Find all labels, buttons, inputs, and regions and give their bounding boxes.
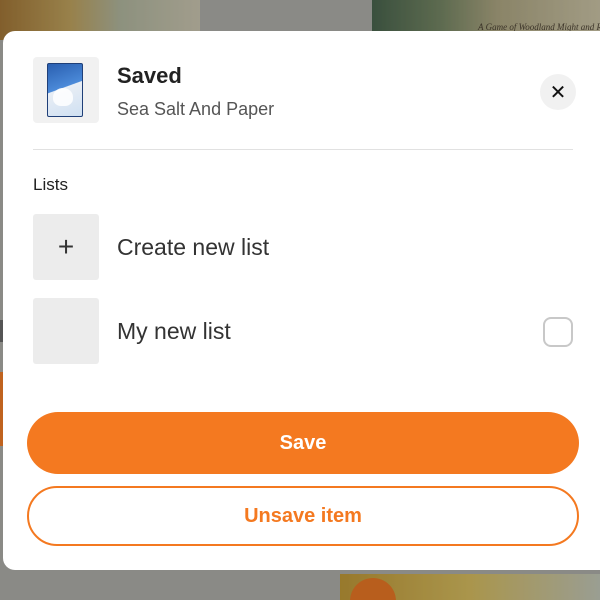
save-button[interactable]: Save [27,412,579,474]
close-button[interactable]: ✕ [540,74,576,110]
unsave-item-button[interactable]: Unsave item [27,486,579,546]
product-name: Sea Salt And Paper [117,99,275,119]
header-divider [33,149,573,150]
list-item-checkbox[interactable] [543,317,573,347]
modal-title: Saved [117,63,182,88]
game-box-image [47,63,83,117]
close-icon: ✕ [549,81,567,104]
plus-icon: + [33,214,99,280]
create-new-list-label: Create new list [117,234,270,260]
list-thumbnail [33,298,99,364]
modal-header: Saved Sea Salt And Paper ✕ [33,57,576,127]
list-item-label: My new list [117,318,231,344]
create-new-list-button[interactable]: + Create new list [33,214,573,280]
lists-heading: Lists [33,175,68,194]
save-to-list-modal: Saved Sea Salt And Paper ✕ Lists + Creat… [3,31,600,570]
list-item[interactable]: My new list [33,298,573,364]
product-thumbnail [33,57,99,123]
